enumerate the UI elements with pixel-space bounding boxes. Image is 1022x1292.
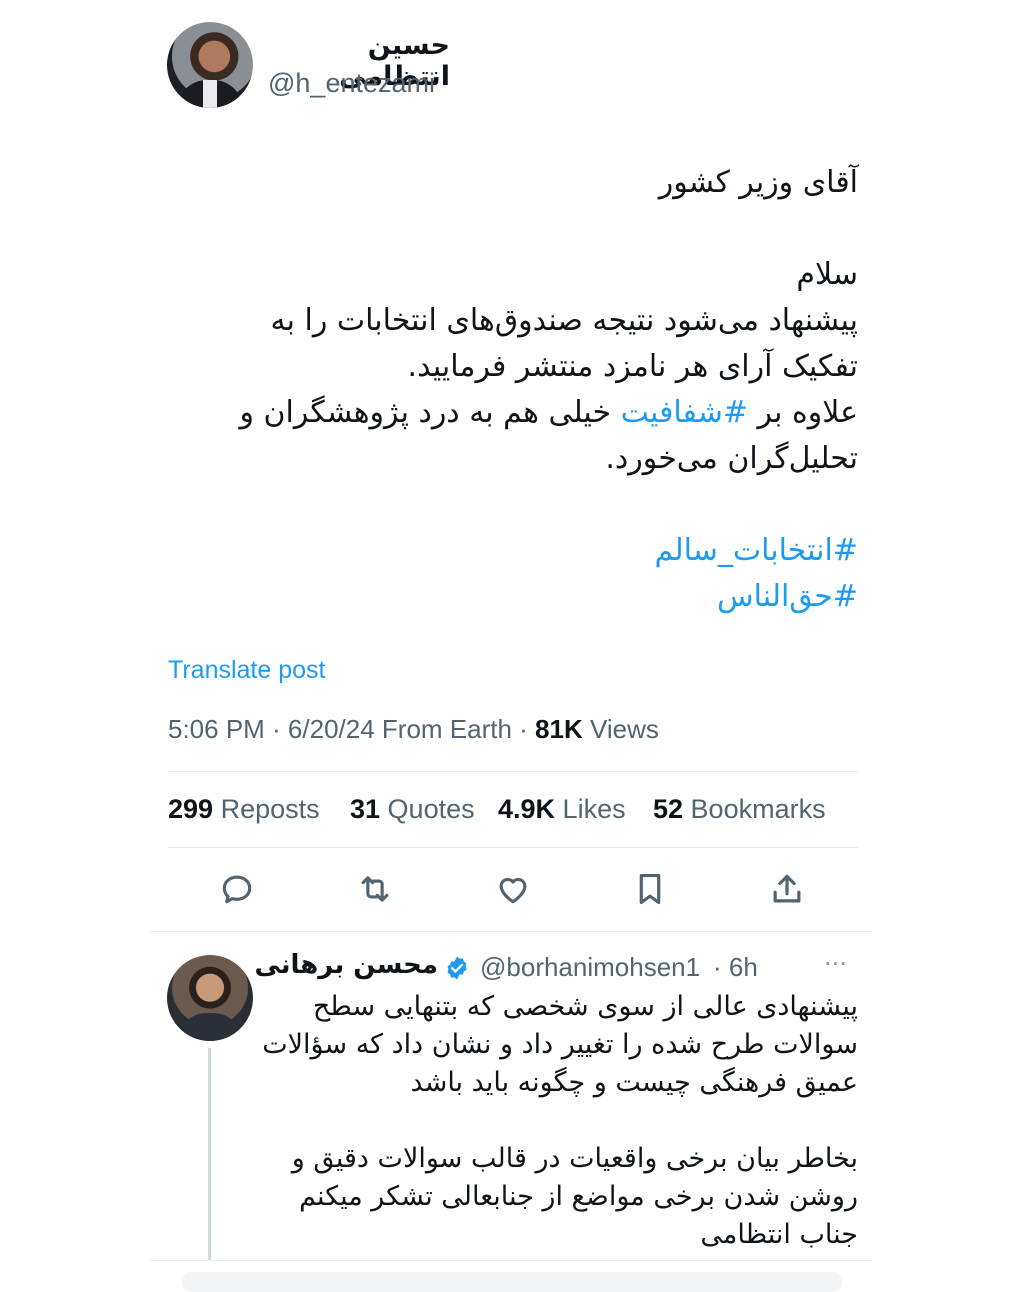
views-label: Views — [582, 714, 659, 744]
compose-reply-box[interactable] — [182, 1272, 842, 1292]
hashtag-link[interactable]: #انتخابات_سالم — [200, 528, 859, 574]
reply-line: عمیق فرهنگی چیست و چگونه باید باشد — [410, 1067, 858, 1098]
divider — [150, 931, 872, 932]
bookmark-icon[interactable] — [628, 867, 672, 911]
hashtag-link[interactable]: #شفافیت — [621, 395, 748, 430]
translate-post-link[interactable]: Translate post — [168, 656, 325, 685]
reply-line: پیشنهادی عالی از سوی شخصی که بتنهایی سطح — [312, 991, 858, 1022]
reply-line: جناب انتظامی — [700, 1219, 858, 1250]
post-line: آقای وزیر کشور — [658, 165, 858, 200]
divider — [168, 847, 858, 848]
post-line: علاوه بر #شفافیت خیلی هم به درد پژوهشگرا… — [200, 390, 858, 436]
divider — [168, 771, 858, 772]
reply-display-name[interactable]: محسن برهانی — [254, 950, 438, 980]
reply-line: سوالات طرح شده را تغییر داد و نشان داد ک… — [262, 1029, 858, 1060]
like-icon[interactable] — [491, 867, 535, 911]
likes-label: Likes — [555, 794, 626, 824]
post-body: آقای وزیر کشور سلام پیشنهاد می‌شود نتیجه… — [200, 160, 858, 620]
bookmarks-stat[interactable]: 52 Bookmarks — [653, 794, 826, 825]
quotes-count: 31 — [350, 794, 381, 824]
divider — [150, 1260, 872, 1261]
likes-count: 4.9K — [498, 794, 556, 824]
views-count: 81K — [535, 714, 583, 744]
reposts-stat[interactable]: 299 Reposts — [168, 794, 320, 825]
author-handle[interactable]: @h_entezami — [268, 68, 435, 99]
bookmarks-count: 52 — [653, 794, 684, 824]
post-line: سلام — [796, 257, 858, 292]
post-text: علاوه بر — [748, 395, 858, 430]
reply-icon[interactable] — [215, 867, 259, 911]
post-line: تفکیک آرای هر نامزد منتشر فرمایید. — [407, 349, 858, 384]
reply-handle[interactable]: @borhanimohsen1 — [480, 952, 700, 983]
share-icon[interactable] — [765, 867, 809, 911]
post-meta: 5:06 PM · 6/20/24 From Earth · 81K Views — [168, 714, 659, 745]
author-avatar[interactable] — [167, 22, 253, 108]
reposts-count: 299 — [168, 794, 214, 824]
reply-line: بخاطر بیان برخی واقعیات در قالب سوالات د… — [291, 1143, 858, 1174]
reply-header: محسن برهانی @borhanimohsen1 · 6h ··· — [254, 950, 858, 986]
quotes-stat[interactable]: 31 Quotes — [350, 794, 475, 825]
reply-body: پیشنهادی عالی از سوی شخصی که بتنهایی سطح… — [230, 988, 858, 1254]
reposts-label: Reposts — [213, 794, 320, 824]
repost-icon[interactable] — [353, 867, 397, 911]
post-line: تحلیل‌گران می‌خورد. — [605, 441, 858, 476]
post-line: پیشنهاد می‌شود نتیجه صندوق‌های انتخابات … — [270, 303, 858, 338]
quotes-label: Quotes — [380, 794, 475, 824]
bookmarks-label: Bookmarks — [683, 794, 826, 824]
reply-thread-line — [208, 1048, 211, 1260]
likes-stat[interactable]: 4.9K Likes — [498, 794, 626, 825]
post-timestamp[interactable]: 5:06 PM · 6/20/24 From Earth · — [168, 714, 535, 744]
avatar-shirt — [203, 80, 217, 108]
reply-line: روشن شدن برخی مواضع از جنابعالی تشکر میک… — [299, 1181, 858, 1212]
post-text: خیلی هم به درد پژوهشگران و — [239, 395, 621, 430]
reply-time[interactable]: · 6h — [713, 952, 758, 983]
hashtag-link[interactable]: #حق‌الناس — [200, 574, 858, 620]
more-options-icon[interactable]: ··· — [824, 950, 847, 978]
verified-badge-icon — [444, 955, 470, 981]
